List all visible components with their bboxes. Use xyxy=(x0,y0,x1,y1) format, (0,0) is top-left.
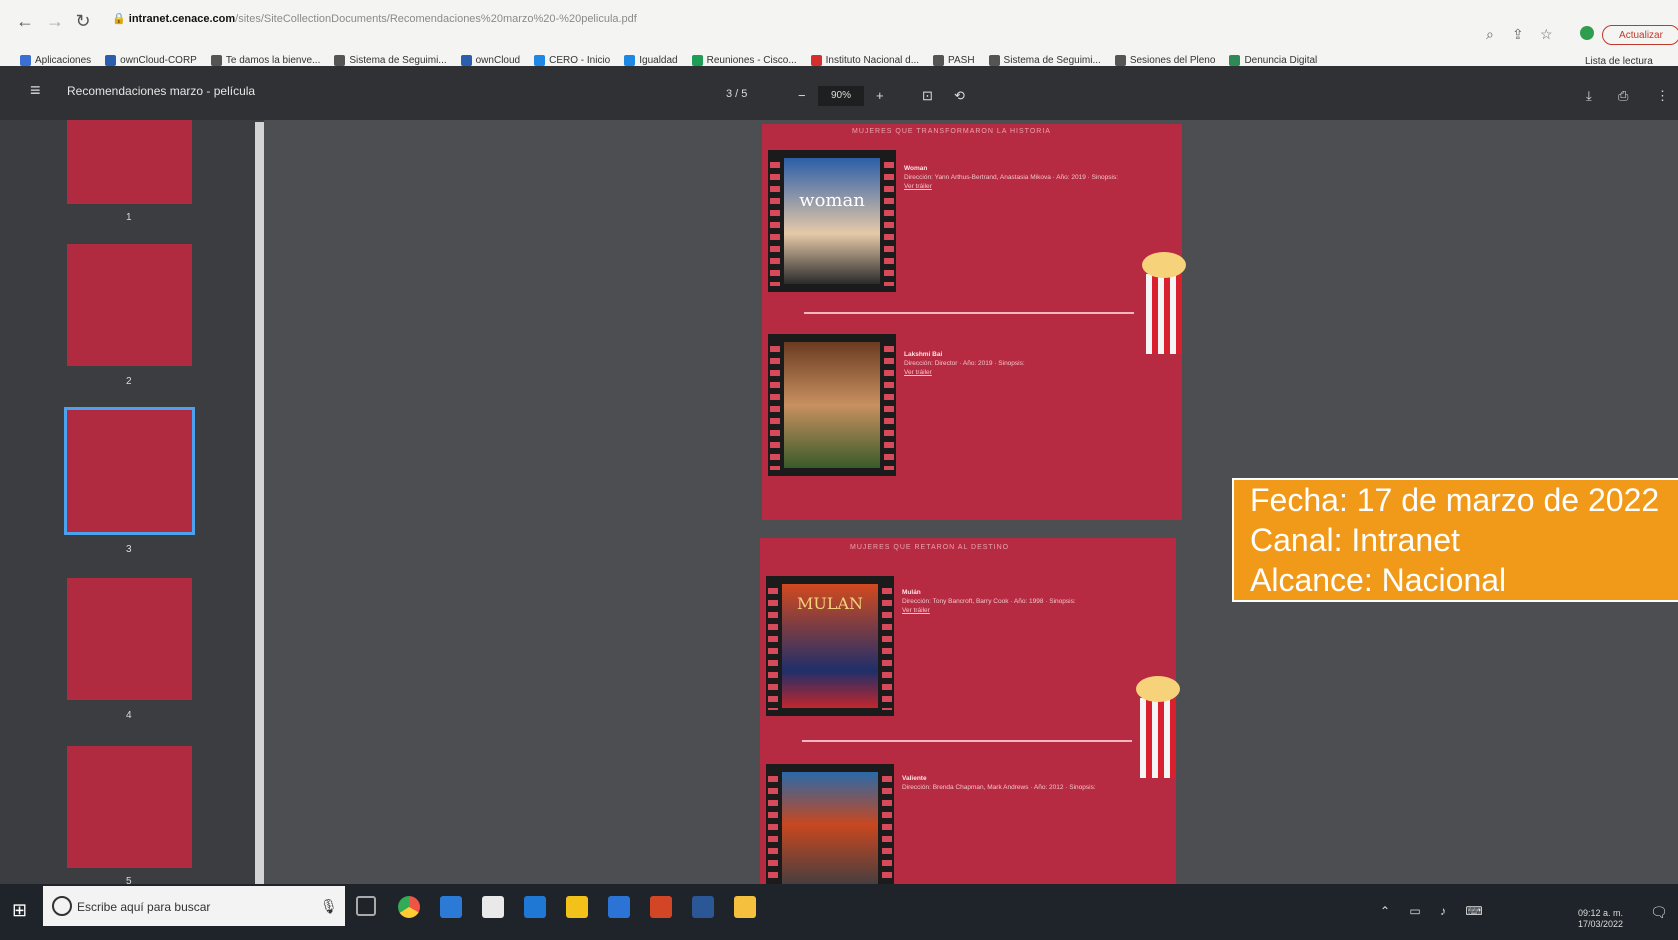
forward-icon[interactable]: → xyxy=(44,10,66,32)
search-placeholder: Escribe aquí para buscar xyxy=(77,900,211,914)
share-icon[interactable]: ⇪ xyxy=(1512,26,1524,43)
scope-text: Alcance: Nacional xyxy=(1250,562,1507,598)
trailer-link[interactable]: Ver tráiler xyxy=(904,369,932,376)
bookmark-label: ownCloud xyxy=(475,54,521,66)
thumbnail-page-2[interactable] xyxy=(67,244,192,366)
thumbnail-page-5[interactable] xyxy=(67,746,192,868)
film-strip xyxy=(768,334,896,476)
zoom-input[interactable]: 90% xyxy=(818,86,864,106)
divider xyxy=(802,740,1132,742)
taskbar-clock[interactable]: 09:12 a. m. 17/03/2022 xyxy=(1578,908,1623,930)
print-icon[interactable]: ⎙ xyxy=(1618,88,1628,104)
popcorn-icon xyxy=(1142,252,1186,354)
bookmark-icon xyxy=(933,54,945,66)
profile-avatar[interactable] xyxy=(1580,26,1594,40)
bookmark-label: Sesiones del Pleno xyxy=(1129,54,1216,66)
bookmark-label: PASH xyxy=(948,54,975,66)
windows-start-icon[interactable]: ⊞ xyxy=(12,900,27,921)
movie-info: Valiente Dirección: Brenda Chapman, Mark … xyxy=(902,775,1096,791)
fit-page-icon[interactable]: ⊡ xyxy=(922,88,933,104)
page-indicator[interactable]: 3 / 5 xyxy=(726,88,747,100)
trailer-link[interactable]: Ver tráiler xyxy=(902,607,930,614)
pdf-page-section: MUJERES QUE TRANSFORMARON LA HISTORIA wo… xyxy=(762,124,1186,520)
remote-desktop-icon[interactable] xyxy=(608,896,630,918)
bookmark-icon xyxy=(810,54,822,66)
mail-icon[interactable] xyxy=(524,896,546,918)
channel-text: Canal: Intranet xyxy=(1250,522,1460,558)
bookmark-icon xyxy=(460,54,472,66)
zoom-out-icon[interactable]: − xyxy=(798,88,806,103)
bookmark-label: ownCloud-CORP xyxy=(120,54,197,66)
bookmark-icon xyxy=(20,54,31,66)
more-options-icon[interactable]: ⋮ xyxy=(1656,88,1669,104)
bookmark-icon xyxy=(105,54,117,66)
bookmark-label: Igualdad xyxy=(639,54,678,66)
bookmark-icon xyxy=(624,54,636,66)
thumbnail-label: 4 xyxy=(126,710,132,721)
rotate-icon[interactable]: ⟲ xyxy=(954,88,965,104)
reload-icon[interactable]: ↻ xyxy=(72,10,94,32)
film-strip: MULAN xyxy=(766,576,894,716)
microphone-icon[interactable]: 🎙 xyxy=(320,898,338,915)
pdf-page-section: MUJERES QUE RETARON AL DESTINO MULAN Mul… xyxy=(760,538,1180,910)
bookmark-icon xyxy=(534,54,546,66)
store-icon[interactable] xyxy=(482,896,504,918)
document-title: Recomendaciones marzo - película xyxy=(67,84,256,98)
bookmark-icon xyxy=(334,54,346,66)
notifications-icon[interactable]: 🗨 xyxy=(1650,904,1668,921)
word-icon[interactable] xyxy=(692,896,714,918)
bookmark-label: Aplicaciones xyxy=(35,54,92,66)
thumbnail-sidebar: 1 2 3 4 5 xyxy=(0,120,264,910)
bookmark-icon xyxy=(1229,54,1241,66)
bookmark-label: Instituto Nacional d... xyxy=(825,54,920,66)
address-bar[interactable]: 🔒 intranet.cenace.com/sites/SiteCollecti… xyxy=(112,12,1352,34)
download-icon[interactable]: ⤓ xyxy=(1586,88,1592,104)
task-view-icon[interactable] xyxy=(356,896,376,916)
movie-poster: MULAN xyxy=(782,584,878,708)
update-button[interactable]: Actualizar xyxy=(1602,25,1678,45)
file-explorer-icon[interactable] xyxy=(734,896,756,918)
chrome-icon[interactable] xyxy=(398,896,420,918)
powerpoint-icon[interactable] xyxy=(650,896,672,918)
sidebar-scrollbar[interactable] xyxy=(255,122,264,892)
system-tray-icons[interactable]: ⌃ ▭ ♪ ⌨ xyxy=(1380,904,1491,918)
thumbnail-label: 1 xyxy=(126,212,132,223)
zoom-in-icon[interactable]: + xyxy=(876,88,884,103)
bookmark-label: CERO - Inicio xyxy=(549,54,611,66)
star-icon[interactable]: ☆ xyxy=(1540,26,1553,43)
bookmark-icon xyxy=(691,54,703,66)
trailer-link[interactable]: Ver tráiler xyxy=(904,183,932,190)
section-header: MUJERES QUE TRANSFORMARON LA HISTORIA xyxy=(852,128,1051,135)
movie-info: Mulán Dirección: Tony Bancroft, Barry Coo… xyxy=(902,589,1076,614)
back-icon[interactable]: ← xyxy=(14,10,36,32)
film-strip: woman xyxy=(768,150,896,292)
date-label: Fecha: 17 de marzo de 2022 Canal: Intran… xyxy=(1232,478,1678,602)
thumbnail-page-4[interactable] xyxy=(67,578,192,700)
thumbnail-page-3[interactable] xyxy=(64,407,195,535)
thumbnail-label: 2 xyxy=(126,376,132,387)
popcorn-icon xyxy=(1136,676,1180,778)
thumbnail-label: 3 xyxy=(126,544,132,555)
bookmark-label: Sistema de Seguimi... xyxy=(349,54,447,66)
bookmark-icon xyxy=(988,54,1000,66)
bookmark-label: Reuniones - Cisco... xyxy=(706,54,797,66)
movie-poster: woman xyxy=(784,158,880,284)
bookmark-icon xyxy=(210,54,222,66)
zoom-icon[interactable]: ⌕ xyxy=(1486,26,1494,43)
bookmark-label: Sistema de Seguimi... xyxy=(1003,54,1101,66)
search-icon xyxy=(52,896,72,916)
menu-icon[interactable]: ≡ xyxy=(30,80,41,101)
movie-poster xyxy=(784,342,880,468)
movie-info: Woman Dirección: Yann Arthus-Bertrand, An… xyxy=(904,165,1119,190)
date-text: Fecha: 17 de marzo de 2022 xyxy=(1250,482,1660,518)
sticky-notes-icon[interactable] xyxy=(566,896,588,918)
bookmark-label: Denuncia Digital xyxy=(1244,54,1318,66)
thumbnail-page-1[interactable] xyxy=(67,120,192,204)
bookmark-label: Te damos la bienve... xyxy=(225,54,321,66)
movie-info: Lakshmi Bai Dirección: Director · Año: 20… xyxy=(904,351,1025,376)
divider xyxy=(804,312,1134,314)
section-header: MUJERES QUE RETARON AL DESTINO xyxy=(850,544,1010,551)
bookmark-icon xyxy=(1114,54,1126,66)
edge-icon[interactable] xyxy=(440,896,462,918)
